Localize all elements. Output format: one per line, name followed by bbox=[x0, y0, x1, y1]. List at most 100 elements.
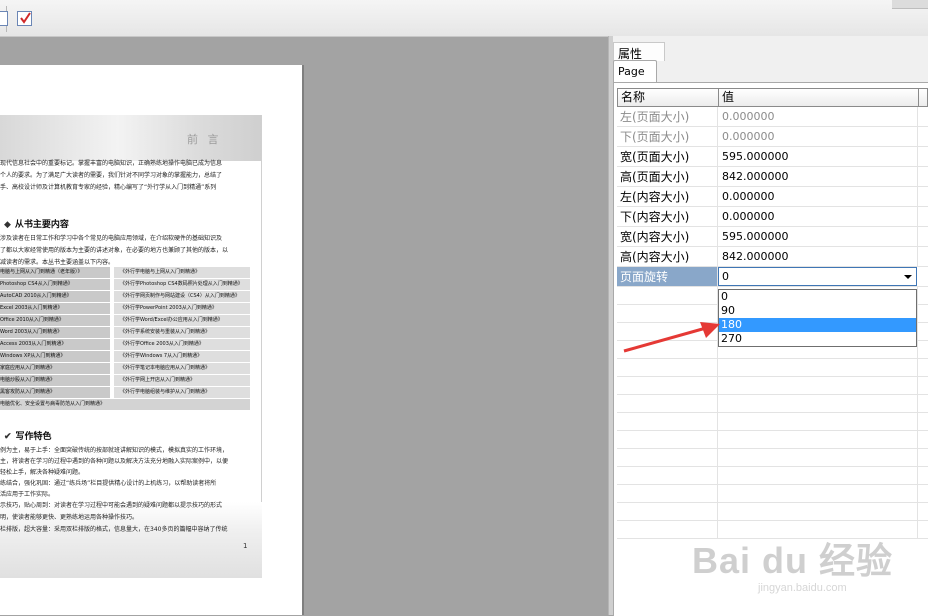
book-cell: 《外行学电脑与上网从入门到精通》 bbox=[114, 267, 250, 278]
page-button[interactable] bbox=[0, 11, 8, 26]
body-line: 了都以大家经常使用的版本为主要的讲述对象，在必要的地方也兼顾了其他的版本，以 bbox=[0, 247, 229, 254]
section-heading: ✔ 写作特色 bbox=[4, 429, 52, 442]
document-page[interactable]: 前 言 现代信息社会中的重要标记。掌握丰富的电脑知识，正确熟练地操作电脑已成为信… bbox=[0, 65, 302, 615]
property-row[interactable]: 左(页面大小) 0.000000 bbox=[617, 107, 928, 127]
empty-row bbox=[617, 449, 928, 467]
watermark-url: jingyan.baidu.com bbox=[758, 582, 847, 594]
property-value: 0.000000 bbox=[718, 107, 918, 126]
rotation-dropdown-list: 0 90 180 270 bbox=[718, 289, 917, 347]
empty-row bbox=[617, 467, 928, 485]
body-line: 活应用于工作实际。 bbox=[0, 491, 55, 498]
body-line: 栏排版，超大容量：采用双栏排版的格式，信息量大，在340多页的篇幅中容纳了传统 bbox=[0, 526, 228, 533]
toolbar bbox=[0, 0, 928, 37]
property-row[interactable]: 高(内容大小) 842.000000 bbox=[617, 247, 928, 267]
body-line: 示技巧，贴心周到：对读者在学习过程中可能会遇到的疑难问题都以提示技巧的形式 bbox=[0, 502, 223, 509]
book-cell: Word 2003从入门到精通》 bbox=[0, 327, 110, 338]
book-cell: 《外行学电脑组装与维护从入门到精通》 bbox=[114, 387, 250, 398]
book-list: 电脑与上网从入门到精通（老年版）》 《外行学电脑与上网从入门到精通》 Photos… bbox=[0, 267, 250, 411]
property-name: 高(页面大小) bbox=[617, 167, 718, 186]
panel-header: 属性 bbox=[613, 42, 665, 61]
page-banner bbox=[0, 115, 262, 161]
checkbox-icon bbox=[20, 12, 31, 24]
property-name: 下(内容大小) bbox=[617, 207, 718, 226]
property-name: 宽(内容大小) bbox=[617, 227, 718, 246]
property-value[interactable]: 595.000000 bbox=[718, 227, 918, 246]
baidu-watermark: Bai du 经验 bbox=[692, 540, 894, 581]
dropdown-option[interactable]: 0 bbox=[719, 290, 916, 304]
property-row-rotation[interactable]: 页面旋转 0 bbox=[617, 267, 928, 287]
property-name: 下(页面大小) bbox=[617, 127, 718, 146]
dropdown-option-highlighted[interactable]: 180 bbox=[719, 318, 916, 332]
empty-row bbox=[617, 485, 928, 503]
empty-row bbox=[617, 431, 928, 449]
check-mark-icon: ✔ bbox=[4, 432, 12, 442]
body-line: 主，将读者在学习的过程中遇到的各种问题以及解决方法充分地融入实际案例中，以便 bbox=[0, 458, 229, 465]
property-name: 页面旋转 bbox=[617, 267, 718, 286]
empty-row bbox=[617, 377, 928, 395]
property-row[interactable]: 宽(页面大小) 595.000000 bbox=[617, 147, 928, 167]
intro-line: 个人的要求。为了满足广大读者的需要，我们针对不同学习对象的掌握能力，总结了 bbox=[0, 172, 223, 179]
property-value[interactable]: 842.000000 bbox=[718, 247, 918, 266]
dropdown-option[interactable]: 90 bbox=[719, 304, 916, 318]
book-cell: AutoCAD 2010从入门到精通》 bbox=[0, 291, 110, 302]
book-cell: 《外行学Office 2003从入门到精通》 bbox=[114, 339, 250, 350]
book-cell: Office 2010从入门到精通》 bbox=[0, 315, 110, 326]
section-heading: ◆ 从书主要内容 bbox=[4, 217, 69, 230]
property-value[interactable]: 842.000000 bbox=[718, 167, 918, 186]
property-row[interactable]: 左(内容大小) 0.000000 bbox=[617, 187, 928, 207]
book-cell: 电脑炒股从入门到精通》 bbox=[0, 375, 110, 386]
property-value: 0.000000 bbox=[718, 127, 918, 146]
book-cell: 《外行学网页制作与网站建设（CS4）从入门到精通》 bbox=[114, 291, 250, 302]
body-line: 明，使读者能够更快、更熟练地运用各种操作技巧。 bbox=[0, 514, 139, 521]
dropdown-option[interactable]: 270 bbox=[719, 332, 916, 346]
body-line: 轻松上手，解决各种疑难问题。 bbox=[0, 469, 85, 476]
intro-line: 现代信息社会中的重要标记。掌握丰富的电脑知识，正确熟练地操作电脑已成为信息 bbox=[0, 160, 223, 167]
book-cell: 电脑与上网从入门到精通（老年版）》 bbox=[0, 267, 110, 278]
book-cell: 《外行学PowerPoint 2003从入门到精通》 bbox=[114, 303, 250, 314]
tab-label: Page bbox=[618, 65, 645, 78]
toolbar-right-edge bbox=[892, 0, 928, 9]
empty-row bbox=[617, 359, 928, 377]
book-cell: 电脑优化、安全设置与病毒防范从入门到精通》 bbox=[0, 399, 250, 410]
banner-title: 前 言 bbox=[187, 133, 222, 146]
empty-row bbox=[617, 413, 928, 431]
column-header-value[interactable]: 值 bbox=[719, 89, 919, 106]
property-row[interactable]: 高(页面大小) 842.000000 bbox=[617, 167, 928, 187]
book-cell: 《外行学系统安装与重装从入门到精通》 bbox=[114, 327, 250, 338]
section-title: 写作特色 bbox=[15, 432, 52, 442]
body-line: 练结合，强化巩固：通过“练兵场”栏目提供精心设计的上机练习，以帮助读者将所 bbox=[0, 480, 217, 487]
page-number: 1 bbox=[243, 542, 248, 550]
book-cell: 《外行学网上开店从入门到精通》 bbox=[114, 375, 250, 386]
book-cell: 《外行学Photoshop CS4数码照片处理从入门到精通》 bbox=[114, 279, 250, 290]
check-button[interactable] bbox=[17, 11, 32, 26]
red-arrow-annotation bbox=[623, 322, 720, 353]
book-cell: 黑客攻防从入门到精通》 bbox=[0, 387, 110, 398]
property-value[interactable]: 0.000000 bbox=[718, 207, 918, 226]
property-name: 左(页面大小) bbox=[617, 107, 718, 126]
column-header-name[interactable]: 名称 bbox=[618, 89, 719, 106]
body-line: 例为主，易于上手：全面突破传统的按部就班讲解知识的模式，模拟真实的工作环境， bbox=[0, 447, 229, 454]
rotation-select-value: 0 bbox=[722, 270, 729, 283]
property-row[interactable]: 下(内容大小) 0.000000 bbox=[617, 207, 928, 227]
section-title: 从书主要内容 bbox=[14, 220, 69, 230]
property-row[interactable]: 宽(内容大小) 595.000000 bbox=[617, 227, 928, 247]
property-value[interactable]: 595.000000 bbox=[718, 147, 918, 166]
book-cell: Access 2003从入门到精通》 bbox=[0, 339, 110, 350]
property-row[interactable]: 下(页面大小) 0.000000 bbox=[617, 127, 928, 147]
empty-row bbox=[617, 503, 928, 521]
property-name: 宽(页面大小) bbox=[617, 147, 718, 166]
intro-line: 手、高校设计师及计算机教育专家的经验，精心编写了“外行学从入门到精通”系列 bbox=[0, 184, 217, 191]
book-cell: 家庭应用从入门到精通》 bbox=[0, 363, 110, 374]
property-name: 高(内容大小) bbox=[617, 247, 718, 266]
book-cell: Windows XP从入门到精通》 bbox=[0, 351, 110, 362]
book-cell: Photoshop CS4从入门到精通》 bbox=[0, 279, 110, 290]
property-name: 左(内容大小) bbox=[617, 187, 718, 206]
rotation-select[interactable]: 0 bbox=[718, 267, 917, 286]
book-cell: 《外行学笔记本电脑应用从入门到精通》 bbox=[114, 363, 250, 374]
chevron-down-icon[interactable] bbox=[904, 275, 912, 279]
grid-header: 名称 值 bbox=[617, 88, 928, 107]
body-line: 涉及读者在日常工作和学习中各个常见的电脑应用领域，在介绍软硬件的基础知识及 bbox=[0, 235, 223, 242]
property-value[interactable]: 0.000000 bbox=[718, 187, 918, 206]
empty-row bbox=[617, 395, 928, 413]
tab-page[interactable]: Page bbox=[613, 60, 657, 83]
